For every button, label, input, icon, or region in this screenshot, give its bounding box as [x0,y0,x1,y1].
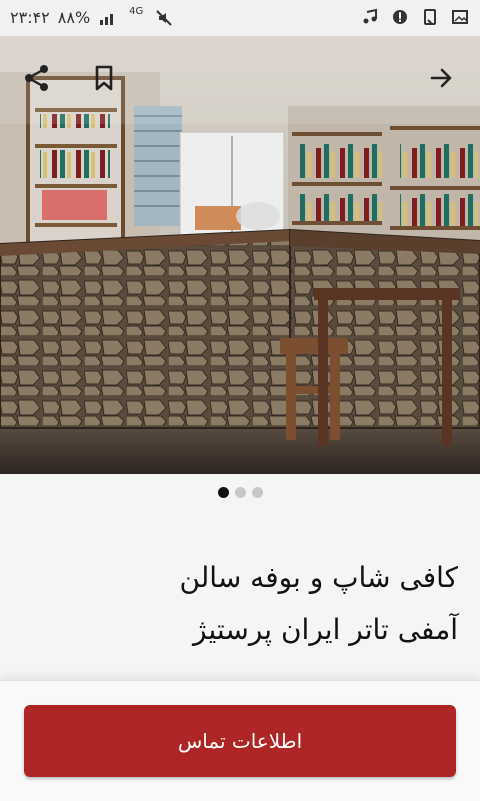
arrow-right-icon [430,68,452,88]
network-4g-icon: 4G [126,6,146,27]
status-bar: ۲۳:۴۲ ۸۸% 4G [0,0,480,36]
settings-alert-icon [390,8,410,26]
phone-document-icon [420,8,440,26]
mute-icon [154,9,174,27]
listing-title: کافی شاپ و بوفه سالن آمفی تاتر ایران پرس… [38,552,458,656]
contact-info-button[interactable]: اطلاعات تماس [24,705,456,777]
forward-button[interactable] [422,58,462,98]
gallery-icon [450,8,470,26]
share-button[interactable] [18,58,58,98]
bottom-action-panel: اطلاعات تماس [0,680,480,801]
listing-title-line-1: کافی شاپ و بوفه سالن [179,561,458,594]
carousel-dot-2[interactable] [234,487,246,498]
carousel-indicators [0,487,480,498]
bookmark-button[interactable] [84,58,124,98]
bookmark-icon [95,65,113,91]
cafe-interior-photo [0,36,480,474]
network-label: 4G [129,6,144,17]
signal-bars-icon [98,9,118,27]
listing-title-line-2: آمفی تاتر ایران پرستیژ [193,613,458,646]
music-note-icon [360,8,380,26]
hero-image[interactable] [0,36,480,474]
contact-info-label: اطلاعات تماس [177,729,303,753]
status-battery: ۸۸% [57,8,91,27]
carousel-dot-3[interactable] [251,487,263,498]
status-right [360,8,470,26]
share-icon [25,65,48,91]
status-left: ۲۳:۴۲ ۸۸% 4G [10,6,174,27]
status-time: ۲۳:۴۲ [10,8,50,27]
carousel-dot-1[interactable] [217,487,229,498]
